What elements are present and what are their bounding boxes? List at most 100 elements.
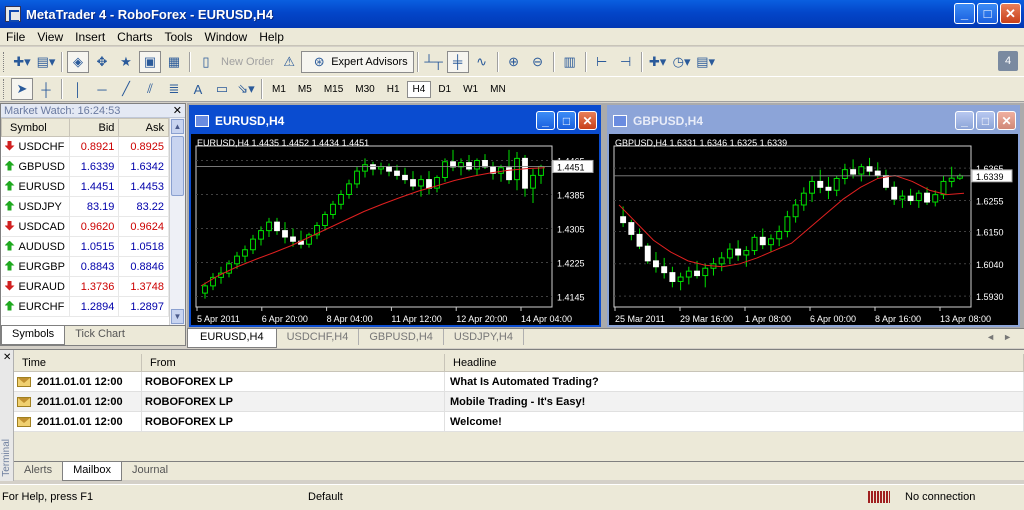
minimize-button[interactable]: _	[954, 3, 975, 24]
templates-icon[interactable]: ▤▾	[695, 51, 717, 73]
timeframe-m5[interactable]: M5	[293, 82, 317, 97]
chart-tab-eurusd[interactable]: EURUSD,H4	[187, 329, 277, 348]
auto-scroll-icon[interactable]: ⊢	[591, 51, 613, 73]
chart-minimize-button[interactable]: _	[536, 111, 555, 130]
bar-chart-icon[interactable]: ┴┬	[423, 51, 445, 73]
chart-maximize-button[interactable]: □	[976, 111, 995, 130]
timeframe-m15[interactable]: M15	[319, 82, 348, 97]
chart-window-gbpusd[interactable]: GBPUSD,H4 _ □ ✕ 1.6365 1.6255 1.6150 1.6040…	[607, 105, 1020, 327]
menu-window[interactable]: Window	[199, 30, 254, 44]
time-column-header[interactable]: Time	[14, 354, 142, 371]
metatrader-app-icon[interactable]	[5, 6, 21, 22]
cursor-icon[interactable]: ➤	[11, 78, 33, 100]
chart-shift-icon[interactable]: ⊣	[615, 51, 637, 73]
zoom-out-icon[interactable]: ⊖	[527, 51, 549, 73]
market-watch-row[interactable]: USDCHF 0.8921 0.8925	[1, 136, 169, 157]
mailbox-row[interactable]: 2011.01.01 12:00 ROBOFOREX LP Mobile Tradi…	[14, 392, 1024, 412]
scroll-up-icon[interactable]: ▲	[171, 119, 184, 134]
candlestick-icon[interactable]: ╪	[446, 50, 469, 73]
notification-count-badge[interactable]: 4	[998, 51, 1018, 71]
timeframe-h4[interactable]: H4	[406, 80, 432, 98]
market-watch-row[interactable]: EURGBP 0.8843 0.8846	[1, 256, 169, 277]
new-order-icon[interactable]: ▯	[195, 51, 217, 73]
terminal-icon[interactable]: ▣	[139, 50, 161, 73]
scroll-down-icon[interactable]: ▼	[171, 309, 184, 324]
timeframe-mn[interactable]: MN	[485, 82, 511, 97]
close-icon[interactable]: ✕	[3, 352, 11, 363]
market-watch-row[interactable]: EURAUD 1.3736 1.3748	[1, 276, 169, 297]
timeframe-m30[interactable]: M30	[350, 82, 379, 97]
chart-close-button[interactable]: ✕	[578, 111, 597, 130]
market-watch-row[interactable]: EURCHF 1.2894 1.2897	[1, 296, 169, 317]
crosshair-icon[interactable]: ┼	[35, 78, 57, 100]
timeframe-d1[interactable]: D1	[433, 82, 456, 97]
chart-plot-gbpusd[interactable]: 1.6365 1.6255 1.6150 1.6040 1.5930 1.6339 GBPU…	[609, 134, 1018, 325]
new-chart-icon[interactable]: ✚▾	[11, 51, 33, 73]
vertical-line-icon[interactable]: │	[67, 78, 89, 100]
chart-window-eurusd[interactable]: EURUSD,H4 _ □ ✕ 1.44651.43851.43051.4225…	[189, 105, 601, 327]
market-watch-title: Market Watch: 16:24:53	[4, 104, 121, 117]
chart-maximize-button[interactable]: □	[557, 111, 576, 130]
chart-tab-usdjpy[interactable]: USDJPY,H4	[444, 329, 524, 345]
tab-alerts[interactable]: Alerts	[14, 462, 62, 478]
market-watch-row[interactable]: GBPUSD 1.6339 1.6342	[1, 156, 169, 177]
profiles-icon[interactable]: ▤▾	[35, 51, 57, 73]
market-watch-row[interactable]: AUDUSD 1.0515 1.0518	[1, 236, 169, 257]
tab-scroll-arrows-icon[interactable]: ◄►	[986, 332, 1020, 342]
menu-charts[interactable]: Charts	[111, 30, 158, 44]
close-icon[interactable]: ✕	[173, 104, 182, 117]
fibonacci-icon[interactable]: ≣	[163, 78, 185, 100]
market-watch-row[interactable]: EURUSD 1.4451 1.4453	[1, 176, 169, 197]
timeframe-m1[interactable]: M1	[267, 82, 291, 97]
new-order-button[interactable]: New Order	[218, 56, 277, 68]
mailbox-row[interactable]: 2011.01.01 12:00 ROBOFOREX LP What Is Auto…	[14, 372, 1024, 392]
scroll-thumb[interactable]	[171, 136, 184, 196]
menu-file[interactable]: File	[0, 30, 31, 44]
symbol-column-header[interactable]: Symbol	[1, 118, 70, 137]
tab-journal[interactable]: Journal	[122, 462, 178, 478]
close-button[interactable]: ✕	[1000, 3, 1021, 24]
market-watch-icon[interactable]: ◈	[67, 50, 89, 73]
mailbox-row[interactable]: 2011.01.01 12:00 ROBOFOREX LP Welcome!	[14, 412, 1024, 432]
from-column-header[interactable]: From	[142, 354, 445, 371]
chart-tab-usdchf[interactable]: USDCHF,H4	[277, 329, 360, 345]
chart-plot-eurusd[interactable]: 1.44651.43851.43051.42251.41451.4451EURU…	[191, 134, 599, 325]
channel-icon[interactable]: ⫽	[139, 78, 161, 100]
label-icon[interactable]: ▭	[211, 78, 233, 100]
text-icon[interactable]: A	[187, 78, 209, 100]
market-watch-row[interactable]: USDCAD 0.9620 0.9624	[1, 216, 169, 237]
bid-column-header[interactable]: Bid	[68, 118, 120, 137]
ask-column-header[interactable]: Ask	[118, 118, 169, 137]
horizontal-line-icon[interactable]: ─	[91, 78, 113, 100]
candle-body	[874, 170, 881, 177]
chart-tab-gbpusd[interactable]: GBPUSD,H4	[359, 329, 444, 345]
menu-tools[interactable]: Tools	[159, 30, 199, 44]
metaeditor-icon[interactable]: ⚠	[278, 51, 300, 73]
chart-minimize-button[interactable]: _	[955, 111, 974, 130]
market-watch-row[interactable]: USDJPY 83.19 83.22	[1, 196, 169, 217]
tab-symbols[interactable]: Symbols	[1, 326, 66, 345]
timeframe-h1[interactable]: H1	[382, 82, 405, 97]
tile-windows-icon[interactable]: ▥	[559, 51, 581, 73]
candle-body	[661, 266, 668, 274]
tab-mailbox[interactable]: Mailbox	[62, 462, 123, 481]
data-window-icon[interactable]: ✥	[91, 51, 113, 73]
market-watch-scrollbar[interactable]: ▲ ▼	[169, 118, 185, 325]
headline-column-header[interactable]: Headline	[445, 354, 1024, 371]
indicators-icon[interactable]: ✚▾	[647, 51, 669, 73]
chart-close-button[interactable]: ✕	[997, 111, 1016, 130]
periods-icon[interactable]: ◷▾	[671, 51, 693, 73]
trendline-icon[interactable]: ╱	[115, 78, 137, 100]
strategy-tester-icon[interactable]: ▦	[163, 51, 185, 73]
navigator-icon[interactable]: ★	[115, 51, 137, 73]
zoom-in-icon[interactable]: ⊕	[503, 51, 525, 73]
line-chart-icon[interactable]: ∿	[471, 51, 493, 73]
expert-advisors-button[interactable]: ⊛ Expert Advisors	[301, 50, 414, 73]
tab-tick-chart[interactable]: Tick Chart	[65, 326, 135, 342]
timeframe-w1[interactable]: W1	[458, 82, 483, 97]
maximize-button[interactable]: □	[977, 3, 998, 24]
arrows-icon[interactable]: ⇘▾	[235, 78, 257, 100]
menu-insert[interactable]: Insert	[69, 30, 111, 44]
menu-help[interactable]: Help	[253, 30, 290, 44]
menu-view[interactable]: View	[31, 30, 69, 44]
